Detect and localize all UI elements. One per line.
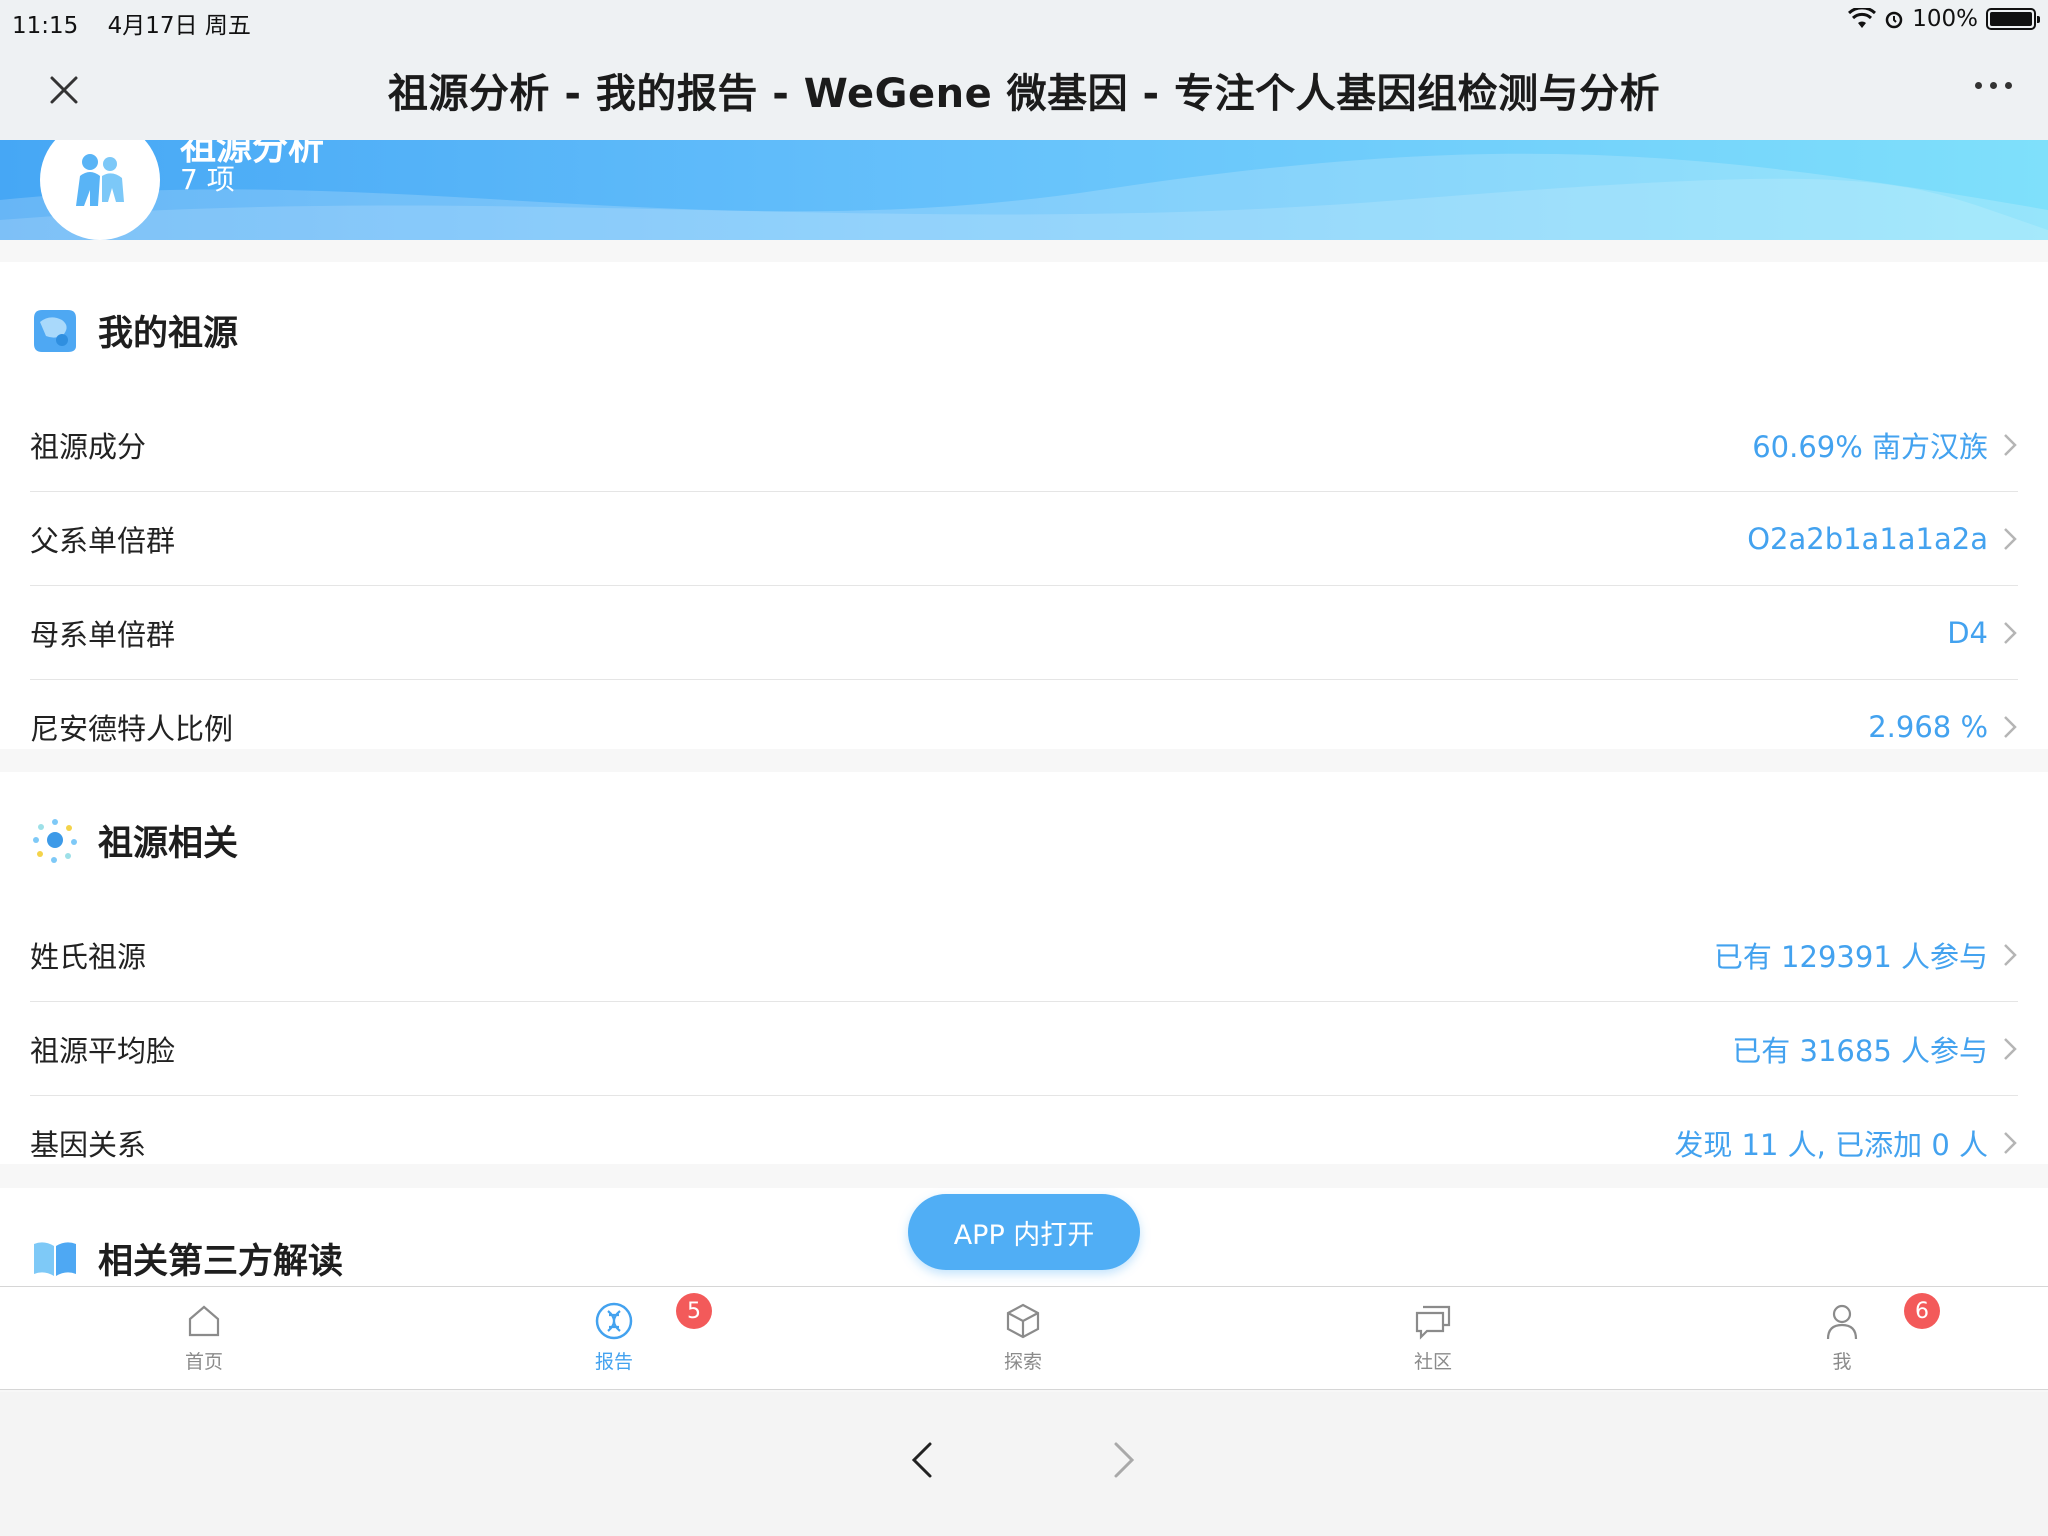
- row-value: O2a2b1a1a1a2a: [1747, 521, 1988, 556]
- tab-label: 社区: [1413, 1351, 1452, 1373]
- row-value: D4: [1947, 615, 1988, 650]
- chevron-right-icon: [2004, 1037, 2017, 1060]
- my-ancestry-header: 我的祖源: [0, 262, 2048, 398]
- tab-label: 首页: [184, 1351, 223, 1373]
- nav-bar: 祖源分析 - 我的报告 - WeGene 微基因 - 专注个人基因组检测与分析: [0, 40, 2048, 140]
- tab-report[interactable]: 报告: [554, 1287, 674, 1391]
- more-icon[interactable]: [1975, 82, 2012, 89]
- row-genetic-relatives[interactable]: 基因关系 发现 11 人, 已添加 0 人: [30, 1096, 2018, 1190]
- row-value: 60.69% 南方汉族: [1752, 429, 1988, 464]
- report-badge: 5: [676, 1293, 712, 1329]
- globe-icon: [34, 310, 76, 352]
- person-icon: [1826, 1304, 1858, 1340]
- report-banner: 祖源分析 7 项: [0, 140, 2048, 240]
- banner-count: 7 项: [180, 163, 235, 196]
- row-label: 基因关系: [30, 1128, 147, 1162]
- related-title: 祖源相关: [98, 823, 239, 864]
- related-header: 祖源相关: [0, 772, 2048, 908]
- third-party-title: 相关第三方解读: [98, 1241, 344, 1282]
- chevron-right-icon: [2004, 943, 2017, 966]
- row-label: 尼安德特人比例: [30, 712, 234, 746]
- chevron-right-icon: [2004, 527, 2017, 550]
- row-paternal-haplogroup[interactable]: 父系单倍群 O2a2b1a1a1a2a: [30, 492, 2018, 586]
- tab-label: 探索: [1003, 1351, 1042, 1373]
- row-label: 祖源平均脸: [30, 1033, 176, 1068]
- row-value: 已有 31685 人参与: [1732, 1033, 1988, 1068]
- row-ancestry-composition[interactable]: 祖源成分 60.69% 南方汉族: [30, 398, 2018, 492]
- row-label: 祖源成分: [30, 429, 147, 464]
- tab-label: 报告: [594, 1351, 633, 1373]
- row-label: 母系单倍群: [30, 617, 176, 652]
- row-label: 姓氏祖源: [30, 939, 147, 974]
- status-bar: 11:15 4月17日 周五 100%: [0, 0, 2048, 40]
- row-neanderthal-ratio[interactable]: 尼安德特人比例 2.968 %: [30, 680, 2018, 774]
- home-icon: [188, 1305, 220, 1337]
- chat-icon: [1415, 1305, 1451, 1340]
- ancestry-figure-icon: [76, 154, 124, 206]
- cube-icon: [1006, 1303, 1040, 1339]
- battery-percent: 100%: [1912, 6, 1978, 32]
- close-icon[interactable]: [44, 70, 84, 110]
- wifi-icon: [1848, 8, 1877, 28]
- tab-me[interactable]: 我: [1782, 1287, 1902, 1391]
- chevron-right-icon: [2004, 716, 2017, 738]
- tab-community[interactable]: 社区: [1373, 1287, 1493, 1391]
- open-in-app-button[interactable]: APP 内打开: [908, 1194, 1140, 1270]
- chevron-right-icon: [2004, 433, 2017, 456]
- row-label: 父系单倍群: [30, 523, 176, 558]
- row-value: 2.968 %: [1868, 710, 1988, 744]
- people-network-icon: [33, 819, 77, 863]
- ancestry-related-card: 祖源相关 姓氏祖源 已有 129391 人参与 祖源平均脸 已有 31685 人…: [0, 772, 2048, 1164]
- tab-home[interactable]: 首页: [144, 1287, 264, 1391]
- forward-arrow-icon[interactable]: [1112, 1440, 1136, 1480]
- battery-icon: [1986, 8, 2040, 30]
- tab-label: 我: [1832, 1351, 1852, 1373]
- my-ancestry-card: 我的祖源 祖源成分 60.69% 南方汉族 父系单倍群 O2a2b1a1a1a2…: [0, 262, 2048, 749]
- row-value: 发现 11 人, 已添加 0 人: [1674, 1128, 1988, 1162]
- row-maternal-haplogroup[interactable]: 母系单倍群 D4: [30, 586, 2018, 680]
- row-value: 已有 129391 人参与: [1713, 939, 1988, 974]
- book-icon: [34, 1242, 76, 1276]
- alarm-icon: [1885, 11, 1903, 29]
- dna-icon: [595, 1302, 633, 1340]
- my-ancestry-title: 我的祖源: [98, 313, 239, 354]
- row-surname-ancestry[interactable]: 姓氏祖源 已有 129391 人参与: [30, 908, 2018, 1002]
- back-arrow-icon[interactable]: [910, 1440, 934, 1480]
- chevron-right-icon: [2004, 1132, 2017, 1154]
- chevron-right-icon: [2004, 621, 2017, 644]
- row-average-face[interactable]: 祖源平均脸 已有 31685 人参与: [30, 1002, 2018, 1096]
- browser-toolbar: [0, 1392, 2048, 1536]
- tab-explore[interactable]: 探索: [963, 1287, 1083, 1391]
- page-title: 祖源分析 - 我的报告 - WeGene 微基因 - 专注个人基因组检测与分析: [387, 71, 1661, 117]
- me-badge: 6: [1904, 1293, 1940, 1329]
- status-date: 4月17日 周五: [107, 13, 251, 39]
- status-time: 11:15: [12, 13, 79, 39]
- bottom-tab-bar: 首页 报告 5 探索 社区 我 6: [0, 1286, 2048, 1390]
